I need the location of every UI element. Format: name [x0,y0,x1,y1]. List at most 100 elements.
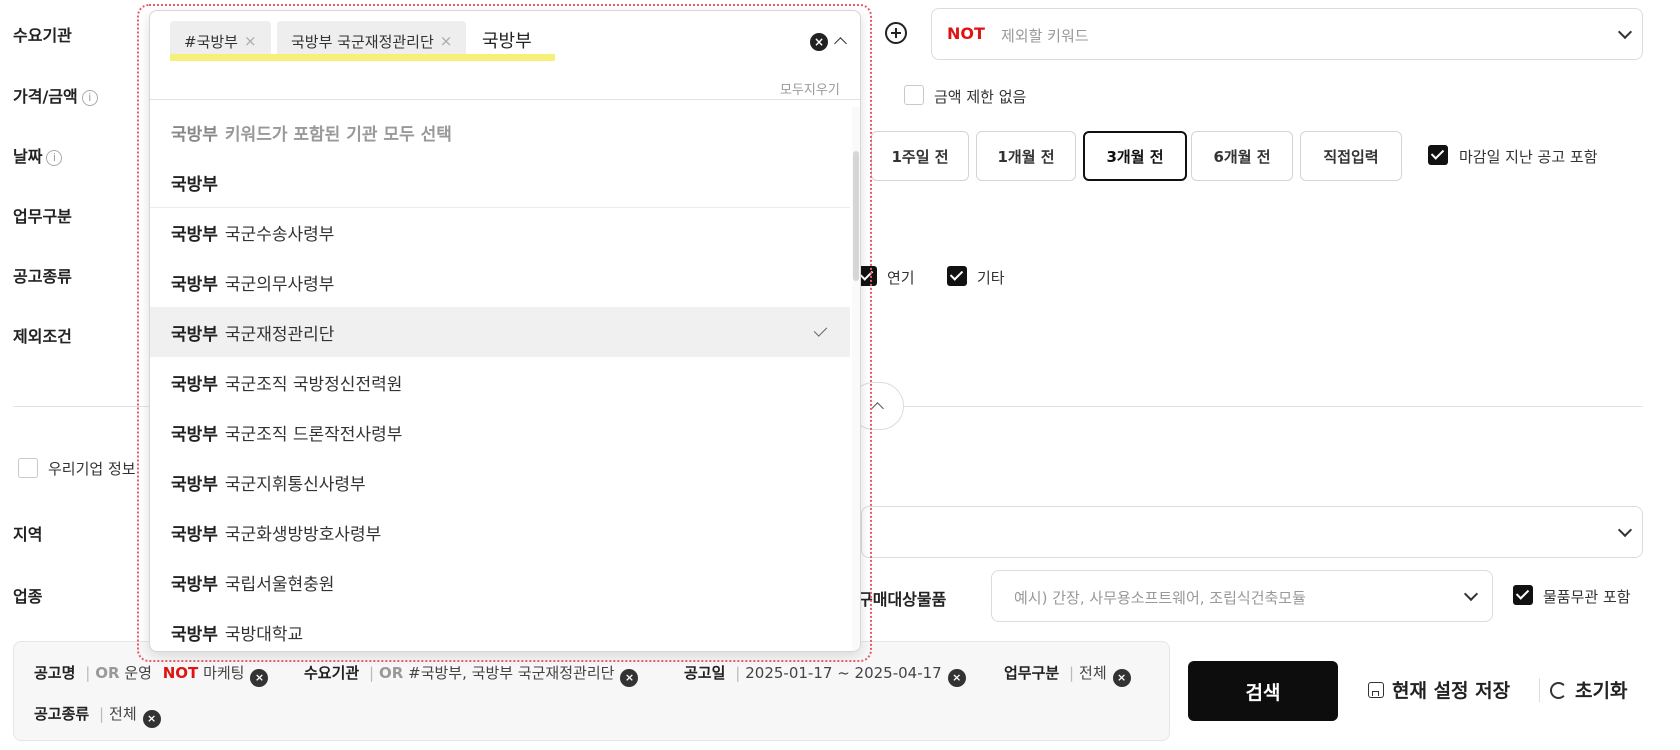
purchase-goods-label: 구매대상물품 [858,590,947,609]
filter-chip-notice-type: 공고종류 | 전체 × [34,703,161,728]
option-keyword: 국방부 [171,424,218,445]
reset-button[interactable]: 초기화 [1550,676,1627,703]
remove-filter-icon[interactable]: × [947,669,966,687]
company-info-label: 우리기업 정보 [48,460,136,478]
agency-tag-label: #국방부 [184,32,238,51]
date-1month-button[interactable]: 1개월 전 [976,131,1076,181]
goods-irrelevant-label: 물품무관 포함 [1543,588,1631,606]
filter-value: 마케팅 [203,664,245,682]
company-info-checkbox[interactable] [18,458,38,478]
highlight-mark [170,54,555,61]
option-keyword: 국방부 [171,474,218,495]
agency-option[interactable]: 국방부 국군조직 국방정신전력원 [150,357,850,407]
info-icon[interactable]: i [81,90,98,106]
agency-option-selected[interactable]: 국방부 국군재정관리단 [150,307,850,357]
clear-all-button[interactable]: 모두지우기 [780,79,840,98]
clear-input-icon[interactable]: × [810,33,828,51]
filter-value: 전체 [1079,664,1107,682]
filter-chip-title: 공고명 | OR 운영 NOT 마케팅 × [34,662,269,687]
dropdown-scrollbar-thumb[interactable] [853,151,859,281]
notice-gita-checkbox[interactable] [947,266,967,286]
date-custom-button[interactable]: 직접입력 [1300,131,1402,181]
save-settings-button[interactable]: 현재 설정 저장 [1368,676,1510,703]
option-rest: 국군화생방방호사령부 [224,524,382,545]
date-1week-button[interactable]: 1주일 전 [871,131,969,181]
option-rest: 국군재정관리단 [224,324,335,345]
chevron-down-icon[interactable] [1617,522,1633,538]
option-keyword: 국방부 [171,224,218,245]
no-limit-checkbox[interactable] [904,85,924,105]
filter-not: NOT [162,664,199,682]
option-rest: 국립서울현충원 [224,574,335,595]
purchase-goods-placeholder: 예시) 간장, 사무용소프트웨어, 조립식건축모듈 [1014,589,1306,607]
option-keyword: 국방부 [171,374,218,395]
option-rest: 국군수송사령부 [224,224,335,245]
agency-dropdown[interactable]: #국방부 × 국방부 국군재정관리단 × × 모두지우기 국방부 키워드가 포함된 기… [149,10,861,652]
include-closed-label: 마감일 지난 공고 포함 [1459,148,1598,166]
add-keyword-icon[interactable] [885,22,907,44]
purchase-goods-input[interactable]: 예시) 간장, 사무용소프트웨어, 조립식건축모듈 [991,570,1493,622]
option-rest: 국군지휘통신사령부 [224,474,366,495]
date-3month-button[interactable]: 3개월 전 [1083,131,1187,181]
remove-filter-icon[interactable]: × [1112,669,1131,687]
remove-filter-icon[interactable]: × [250,669,269,687]
save-settings-label: 현재 설정 저장 [1392,680,1511,702]
agency-option[interactable]: 국방부 국군수송사령부 [150,207,850,257]
refresh-icon [1550,682,1567,699]
chevron-up-icon [871,402,884,415]
applied-filters: 공고명 | OR 운영 NOT 마케팅 × 수요기관 | OR #국방부, 국방부 국… [13,641,1170,741]
agency-option[interactable]: 국방부 국립서울현충원 [150,557,850,607]
select-all-text: 키워드가 포함된 기관 모두 선택 [224,124,452,145]
chevron-up-icon[interactable] [834,37,847,50]
agency-option[interactable]: 국방부 국군화생방방호사령부 [150,507,850,557]
reset-label: 초기화 [1575,680,1628,702]
chevron-down-icon[interactable] [1617,24,1633,40]
option-keyword: 국방부 [171,524,218,545]
remove-tag-icon[interactable]: × [244,32,257,50]
agency-option[interactable]: 국방부 국군의무사령부 [150,257,850,307]
filter-chip-business: 업무구분 | 전체 × [1004,662,1131,687]
agency-option[interactable]: 국방부 국군지휘통신사령부 [150,457,850,507]
search-button[interactable]: 검색 [1188,661,1338,721]
select-all-keyword: 국방부 [171,124,218,145]
exclusion-label: 제외조건 [13,327,72,346]
filter-value: 2025-01-17 ~ 2025-04-17 [745,664,942,682]
option-keyword: 국방부 [171,624,218,645]
date-label: 날짜 i [13,143,63,167]
filter-or: OR [379,664,404,682]
notice-yeongi-label: 연기 [887,269,915,287]
date-6month-button[interactable]: 6개월 전 [1191,131,1293,181]
no-limit-label: 금액 제한 없음 [934,88,1027,106]
filter-key: 공고일 [684,664,726,682]
remove-filter-icon[interactable]: × [142,710,161,728]
select-all-item[interactable]: 국방부 키워드가 포함된 기관 모두 선택 [150,107,850,157]
info-icon[interactable]: i [46,150,63,166]
not-keyword-input[interactable]: NOT 제외할 키워드 [931,8,1643,60]
check-icon [813,323,828,337]
include-closed-checkbox[interactable] [1428,145,1448,165]
agency-search-input[interactable] [482,25,602,55]
filter-value: 전체 [109,705,137,723]
option-rest: 국군의무사령부 [224,274,335,295]
agency-label: 수요기관 [13,26,72,45]
remove-filter-icon[interactable]: × [620,669,639,687]
chevron-down-icon[interactable] [1463,586,1479,602]
filter-or: OR [95,664,120,682]
option-rest: 국군조직 드론작전사령부 [224,424,403,445]
filter-value: #국방부, 국방부 국군재정관리단 [408,664,615,682]
goods-irrelevant-checkbox[interactable] [1513,585,1533,605]
notice-type-label: 공고종류 [13,267,72,286]
price-label-text: 가격/금액 [13,87,78,106]
dropdown-divider [150,99,860,100]
agency-option[interactable]: 국방부 국군조직 드론작전사령부 [150,407,850,457]
region-select[interactable] [861,506,1643,558]
remove-tag-icon[interactable]: × [440,32,453,50]
option-rest: 국군조직 국방정신전력원 [224,374,403,395]
filter-value: 운영 [124,664,152,682]
option-keyword: 국방부 [171,324,218,345]
date-label-text: 날짜 [13,147,43,166]
filter-key: 공고명 [34,664,76,682]
agency-option[interactable]: 국방부 [150,157,850,207]
save-icon [1368,682,1384,698]
agency-option[interactable]: 국방부 국방대학교 [150,607,850,651]
